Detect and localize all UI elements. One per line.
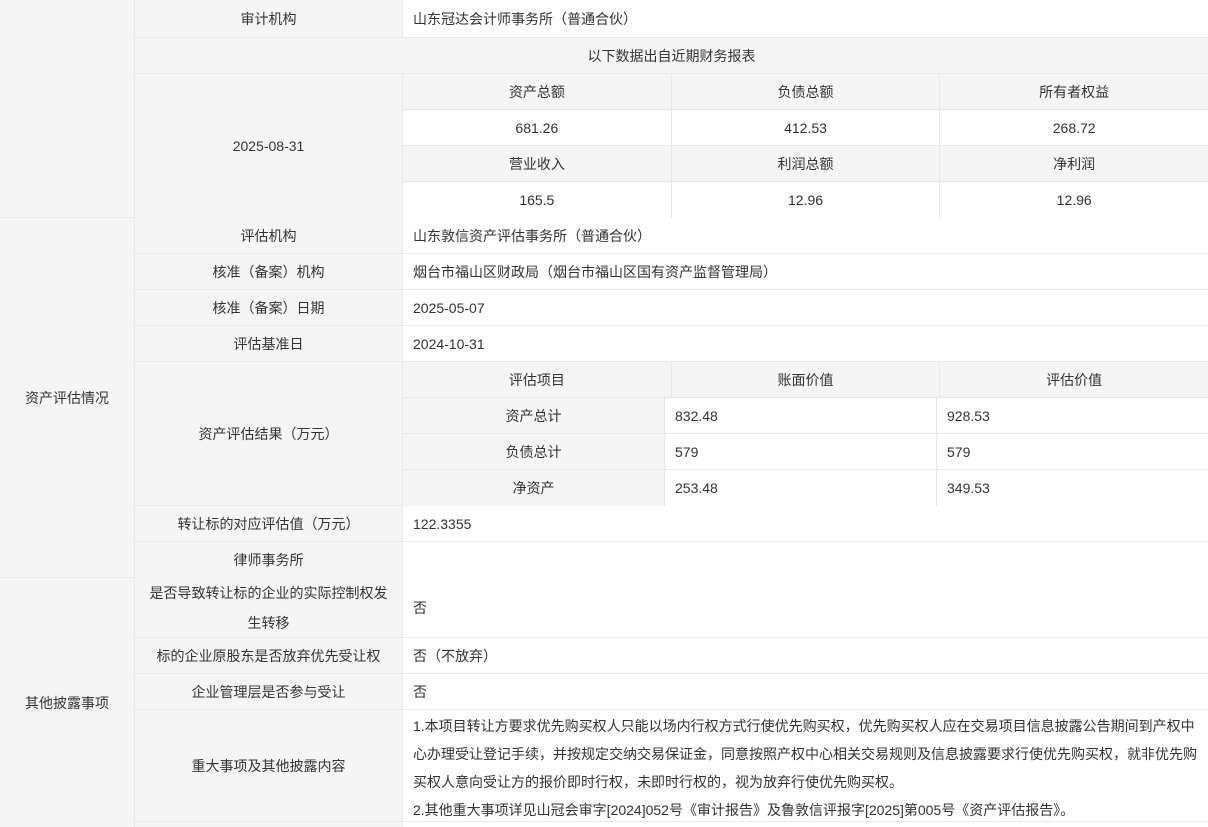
financial-value-row-1: 681.26 412.53 268.72 bbox=[403, 110, 1208, 146]
fin-value-total-liabilities: 412.53 bbox=[672, 110, 941, 145]
fin-header-total-assets: 资产总额 bbox=[403, 74, 672, 109]
field-value-eval-base-date: 2024-10-31 bbox=[403, 326, 1208, 361]
field-label-control-transfer: 是否导致转让标的企业的实际控制权发生转移 bbox=[135, 578, 403, 637]
row-approval-date: 核准（备案）日期 2025-05-07 bbox=[135, 290, 1208, 326]
field-label-approval-org: 核准（备案）机构 bbox=[135, 254, 403, 289]
fin-value-total-profit: 12.96 bbox=[672, 182, 941, 218]
row-control-transfer: 是否导致转让标的企业的实际控制权发生转移 否 bbox=[135, 578, 1208, 638]
row-financial-data: 2025-08-31 资产总额 负债总额 所有者权益 681.26 412.53… bbox=[135, 74, 1208, 218]
eval-item-total-assets: 资产总计 bbox=[403, 398, 665, 433]
field-label-waive-preemptive: 标的企业原股东是否放弃优先受让权 bbox=[135, 638, 403, 673]
row-major-items: 重大事项及其他披露内容 1.本项目转让方要求优先购买权人只能以场内行权方式行使优… bbox=[135, 710, 1208, 822]
row-eval-result: 资产评估结果（万元） 评估项目 账面价值 评估价值 资产总计 832.48 92… bbox=[135, 362, 1208, 506]
group-label-evaluation: 资产评估情况 bbox=[0, 218, 135, 577]
fin-header-total-liabilities: 负债总额 bbox=[672, 74, 941, 109]
field-value-audit-org: 山东冠达会计师事务所（普通合伙） bbox=[403, 0, 1208, 37]
eval-value-total-assets: 928.53 bbox=[937, 398, 1208, 433]
eval-row-net-assets: 净资产 253.48 349.53 bbox=[403, 470, 1208, 506]
eval-value-net-assets: 349.53 bbox=[937, 470, 1208, 506]
row-management-participation: 企业管理层是否参与受让 否 bbox=[135, 674, 1208, 710]
eval-book-total-assets: 832.48 bbox=[665, 398, 937, 433]
group-cell-top-empty bbox=[0, 0, 135, 217]
field-label-eval-org: 评估机构 bbox=[135, 218, 403, 253]
field-label-eval-result: 资产评估结果（万元） bbox=[135, 362, 403, 505]
field-value-management-participation: 否 bbox=[403, 674, 1208, 709]
group-label-other-disclosure: 其他披露事项 bbox=[0, 578, 135, 827]
fin-header-owner-equity: 所有者权益 bbox=[940, 74, 1208, 109]
row-audit-org: 审计机构 山东冠达会计师事务所（普通合伙） bbox=[135, 0, 1208, 38]
financial-note-row: 以下数据出自近期财务报表 bbox=[135, 38, 1208, 74]
fin-value-owner-equity: 268.72 bbox=[940, 110, 1208, 145]
eval-header-book-value: 账面价值 bbox=[672, 362, 941, 397]
section-other-disclosure: 其他披露事项 是否导致转让标的企业的实际控制权发生转移 否 标的企业原股东是否放… bbox=[0, 578, 1208, 827]
eval-item-total-liabilities: 负债总计 bbox=[403, 434, 665, 469]
field-value-approval-org: 烟台市福山区财政局（烟台市福山区国有资产监督管理局） bbox=[403, 254, 1208, 289]
eval-book-total-liabilities: 579 bbox=[665, 434, 937, 469]
eval-row-total-assets: 资产总计 832.48 928.53 bbox=[403, 398, 1208, 434]
financial-header-row-1: 资产总额 负债总额 所有者权益 bbox=[403, 74, 1208, 110]
eval-row-total-liabilities: 负债总计 579 579 bbox=[403, 434, 1208, 470]
row-transfer-eval-value: 转让标的对应评估值（万元） 122.3355 bbox=[135, 506, 1208, 542]
row-waive-preemptive-right: 标的企业原股东是否放弃优先受让权 否（不放弃） bbox=[135, 638, 1208, 674]
fin-header-net-profit: 净利润 bbox=[940, 146, 1208, 181]
row-eval-org: 评估机构 山东敦信资产评估事务所（普通合伙） bbox=[135, 218, 1208, 254]
field-label-management-participation: 企业管理层是否参与受让 bbox=[135, 674, 403, 709]
field-label-major-items: 重大事项及其他披露内容 bbox=[135, 710, 403, 821]
fin-header-total-profit: 利润总额 bbox=[672, 146, 941, 181]
field-value-transfer-eval: 122.3355 bbox=[403, 506, 1208, 541]
row-cutoff-sliver bbox=[135, 822, 1208, 827]
sliver-label-cell bbox=[135, 822, 403, 827]
eval-result-mini-table: 评估项目 账面价值 评估价值 资产总计 832.48 928.53 负债总计 5… bbox=[403, 362, 1208, 505]
eval-header-eval-value: 评估价值 bbox=[940, 362, 1208, 397]
field-value-waive-preemptive: 否（不放弃） bbox=[403, 638, 1208, 673]
row-approval-org: 核准（备案）机构 烟台市福山区财政局（烟台市福山区国有资产监督管理局） bbox=[135, 254, 1208, 290]
field-value-law-firm bbox=[403, 542, 1208, 578]
field-value-eval-org: 山东敦信资产评估事务所（普通合伙） bbox=[403, 218, 1208, 253]
disclosure-table: 审计机构 山东冠达会计师事务所（普通合伙） 以下数据出自近期财务报表 2025-… bbox=[0, 0, 1208, 827]
field-label-transfer-eval: 转让标的对应评估值（万元） bbox=[135, 506, 403, 541]
fin-value-total-assets: 681.26 bbox=[403, 110, 672, 145]
field-label-eval-base-date: 评估基准日 bbox=[135, 326, 403, 361]
fin-value-net-profit: 12.96 bbox=[940, 182, 1208, 218]
row-law-firm: 律师事务所 bbox=[135, 542, 1208, 578]
field-label-audit-org: 审计机构 bbox=[135, 0, 403, 37]
field-value-major-items: 1.本项目转让方要求优先购买权人只能以场内行权方式行使优先购买权，优先购买权人应… bbox=[403, 710, 1208, 821]
financial-mini-table: 资产总额 负债总额 所有者权益 681.26 412.53 268.72 营业收… bbox=[403, 74, 1208, 218]
major-items-paragraph-1: 1.本项目转让方要求优先购买权人只能以场内行权方式行使优先购买权，优先购买权人应… bbox=[413, 712, 1198, 796]
eval-item-net-assets: 净资产 bbox=[403, 470, 665, 506]
fin-value-revenue: 165.5 bbox=[403, 182, 672, 218]
field-value-control-transfer: 否 bbox=[403, 578, 1208, 637]
row-eval-base-date: 评估基准日 2024-10-31 bbox=[135, 326, 1208, 362]
field-label-report-date: 2025-08-31 bbox=[135, 74, 403, 218]
field-value-approval-date: 2025-05-07 bbox=[403, 290, 1208, 325]
fin-header-revenue: 营业收入 bbox=[403, 146, 672, 181]
eval-value-total-liabilities: 579 bbox=[937, 434, 1208, 469]
field-label-approval-date: 核准（备案）日期 bbox=[135, 290, 403, 325]
eval-book-net-assets: 253.48 bbox=[665, 470, 937, 506]
financial-value-row-2: 165.5 12.96 12.96 bbox=[403, 182, 1208, 218]
eval-header-row: 评估项目 账面价值 评估价值 bbox=[403, 362, 1208, 398]
major-items-paragraph-2: 2.其他重大事项详见山冠会审字[2024]052号《审计报告》及鲁敦信评报字[2… bbox=[413, 796, 1198, 824]
sliver-value-cell bbox=[403, 822, 1208, 827]
financial-header-row-2: 营业收入 利润总额 净利润 bbox=[403, 146, 1208, 182]
section-financials: 审计机构 山东冠达会计师事务所（普通合伙） 以下数据出自近期财务报表 2025-… bbox=[0, 0, 1208, 218]
eval-header-item: 评估项目 bbox=[403, 362, 672, 397]
section-evaluation: 资产评估情况 评估机构 山东敦信资产评估事务所（普通合伙） 核准（备案）机构 烟… bbox=[0, 218, 1208, 578]
field-label-law-firm: 律师事务所 bbox=[135, 542, 403, 578]
